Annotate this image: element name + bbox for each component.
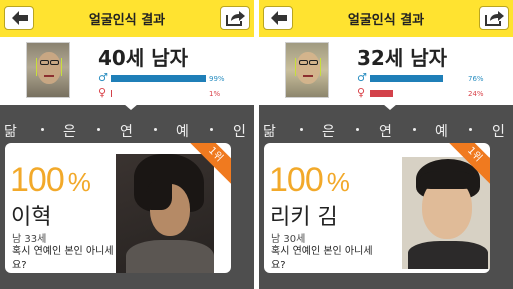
back-button[interactable] bbox=[263, 6, 293, 30]
match-card[interactable]: 100% 리키 김 남 30세 혹시 연예인 본인 아니세요? 1위 bbox=[264, 143, 490, 273]
user-photo bbox=[285, 42, 329, 98]
female-bar-fill bbox=[111, 90, 113, 97]
celebrity-info: 남 33세 bbox=[12, 234, 47, 245]
male-percent: 76% bbox=[468, 75, 484, 83]
strip-dot bbox=[97, 128, 100, 131]
result-panel-1: 얼굴인식 결과 40세 남자 ♂ 99% ♀ 1% 닮 은 연 예 인 100%… bbox=[0, 0, 254, 289]
match-percent: 100% bbox=[269, 161, 350, 199]
female-bar-fill bbox=[370, 90, 394, 97]
age-gender-title: 40세 남자 bbox=[98, 46, 188, 70]
male-icon: ♂ bbox=[357, 71, 367, 84]
celebrity-photo bbox=[402, 157, 490, 269]
strip-title-char: 연 bbox=[379, 124, 392, 140]
strip-notch bbox=[383, 104, 397, 110]
header-bar: 얼굴인식 결과 bbox=[0, 0, 254, 37]
strip-dot bbox=[413, 128, 416, 131]
back-arrow-icon bbox=[12, 11, 28, 25]
female-percent: 24% bbox=[468, 90, 484, 98]
strip-title-char: 닮 bbox=[263, 124, 276, 140]
strip-notch bbox=[124, 104, 138, 110]
back-arrow-icon bbox=[271, 11, 287, 25]
female-bar bbox=[370, 90, 466, 97]
strip-dot bbox=[41, 128, 44, 131]
result-panel-2: 얼굴인식 결과 32세 남자 ♂ 76% ♀ 24% 닮 은 연 예 인 100… bbox=[259, 0, 513, 289]
match-message: 혹시 연예인 본인 아니세요? bbox=[271, 246, 373, 271]
female-bar bbox=[111, 90, 207, 97]
celebrity-photo bbox=[116, 154, 214, 273]
header-bar: 얼굴인식 결과 bbox=[259, 0, 513, 37]
strip-title-char: 연 bbox=[120, 124, 133, 140]
strip-title-char: 닮 bbox=[4, 124, 17, 140]
celebrity-info: 남 30세 bbox=[271, 234, 306, 245]
match-percent: 100% bbox=[10, 161, 91, 199]
strip-title-char: 은 bbox=[322, 124, 335, 140]
strip-dot bbox=[154, 128, 157, 131]
male-bar bbox=[111, 75, 207, 82]
age-gender-title: 32세 남자 bbox=[357, 46, 447, 70]
share-icon bbox=[485, 11, 504, 26]
share-button[interactable] bbox=[220, 6, 250, 30]
strip-title-char: 인 bbox=[492, 124, 505, 140]
male-icon: ♂ bbox=[98, 71, 108, 84]
celebrity-name: 리키 김 bbox=[270, 205, 338, 230]
match-card[interactable]: 100% 이혁 남 33세 혹시 연예인 본인 아니세요? 1위 bbox=[5, 143, 231, 273]
male-bar-fill bbox=[370, 75, 443, 82]
celebrity-name: 이혁 bbox=[11, 205, 52, 230]
share-icon bbox=[226, 11, 245, 26]
female-percent: 1% bbox=[209, 90, 221, 98]
strip-title-char: 예 bbox=[176, 124, 189, 140]
strip-dot bbox=[210, 128, 213, 131]
strip-dot bbox=[300, 128, 303, 131]
user-photo bbox=[26, 42, 70, 98]
strip-title-char: 은 bbox=[63, 124, 76, 140]
match-message: 혹시 연예인 본인 아니세요? bbox=[12, 246, 114, 271]
male-bar bbox=[370, 75, 466, 82]
header-title: 얼굴인식 결과 bbox=[347, 13, 425, 28]
strip-dot bbox=[469, 128, 472, 131]
male-bar-fill bbox=[111, 75, 207, 82]
share-button[interactable] bbox=[479, 6, 509, 30]
strip-title-char: 인 bbox=[233, 124, 246, 140]
header-title: 얼굴인식 결과 bbox=[88, 13, 166, 28]
strip-dot bbox=[356, 128, 359, 131]
male-percent: 99% bbox=[209, 75, 225, 83]
strip-title-char: 예 bbox=[435, 124, 448, 140]
female-icon: ♀ bbox=[357, 86, 366, 99]
back-button[interactable] bbox=[4, 6, 34, 30]
female-icon: ♀ bbox=[98, 86, 107, 99]
